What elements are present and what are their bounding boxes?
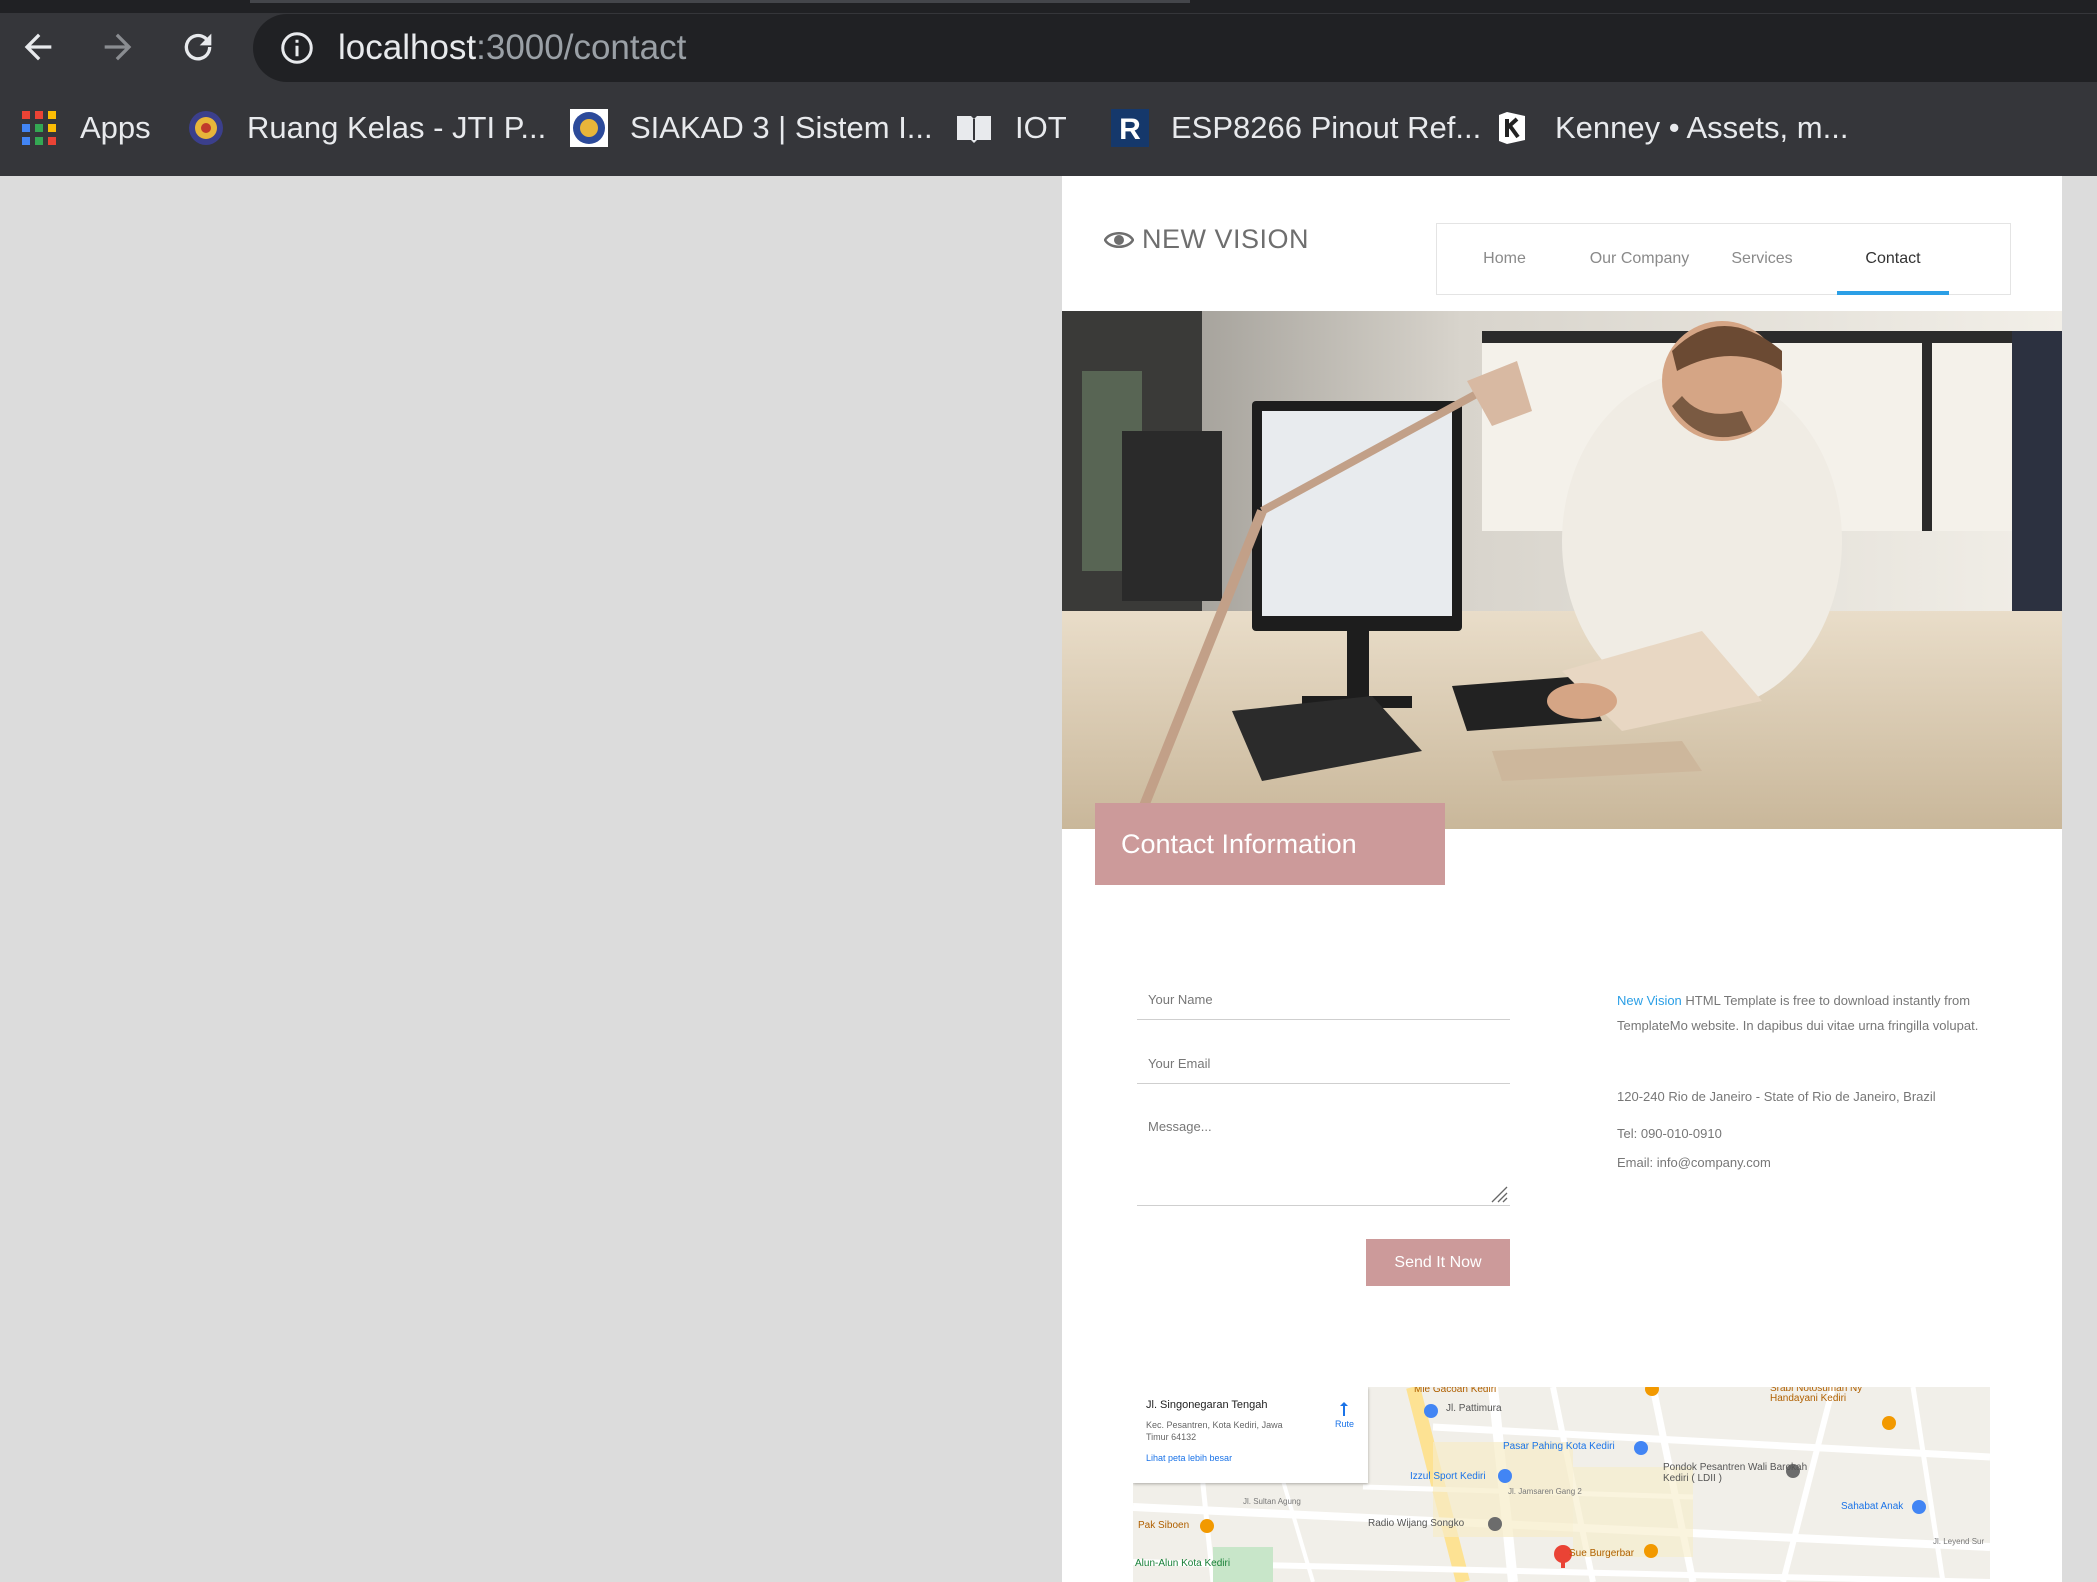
r-letter-icon: R bbox=[1111, 109, 1149, 147]
send-button[interactable]: Send It Now bbox=[1366, 1239, 1510, 1286]
nav-home[interactable]: Home bbox=[1437, 224, 1572, 294]
message-field[interactable]: Message... bbox=[1137, 1119, 1510, 1206]
svg-text:R: R bbox=[1119, 113, 1141, 146]
bookmark-label: Apps bbox=[80, 110, 151, 145]
nav-contact[interactable]: Contact bbox=[1837, 224, 1949, 295]
site-info-icon[interactable] bbox=[279, 30, 315, 66]
intro-paragraph: New Vision HTML Template is free to down… bbox=[1617, 988, 1997, 1038]
map-label: Alun-Alun Kota Kediri bbox=[1135, 1558, 1231, 1569]
map-label: Izzul Sport Kediri bbox=[1410, 1471, 1486, 1482]
name-placeholder: Your Name bbox=[1148, 992, 1213, 1007]
apps-grid-icon bbox=[20, 109, 58, 147]
brand-link[interactable]: New Vision bbox=[1617, 993, 1682, 1008]
bookmark-label: SIAKAD 3 | Sistem I... bbox=[630, 110, 933, 145]
book-icon bbox=[955, 109, 993, 147]
bookmark-iot[interactable]: IOT bbox=[955, 100, 1067, 156]
url-text[interactable]: localhost:3000/contact bbox=[338, 28, 686, 68]
tab-strip bbox=[0, 0, 2097, 13]
map-label: Radio Wijang Songko bbox=[1368, 1518, 1465, 1529]
nav-our-company[interactable]: Our Company bbox=[1572, 224, 1707, 294]
back-button[interactable] bbox=[13, 22, 63, 72]
reload-button[interactable] bbox=[173, 22, 223, 72]
browser-chrome: localhost:3000/contact Apps Ruang Kelas … bbox=[0, 0, 2097, 176]
hero-image bbox=[1062, 311, 2062, 829]
university-logo-icon bbox=[187, 109, 225, 147]
map-label: Jl. Leyend Sur bbox=[1933, 1537, 1985, 1546]
resize-handle-icon[interactable] bbox=[1488, 1183, 1508, 1203]
url-path: :3000/contact bbox=[476, 28, 687, 67]
contact-heading: Contact Information bbox=[1121, 828, 1357, 859]
map-label: Pondok Pesantren Wali Barokah Kediri ( L… bbox=[1663, 1462, 1808, 1484]
site-logo[interactable]: NEW VISION bbox=[1104, 224, 1309, 255]
map-place-title: Jl. Singonegaran Tengah bbox=[1146, 1399, 1268, 1411]
nav-services[interactable]: Services bbox=[1707, 224, 1817, 294]
directions-icon bbox=[1340, 1402, 1349, 1416]
map-place-card: Jl. Singonegaran Tengah Kec. Pesantren, … bbox=[1133, 1387, 1368, 1483]
email-placeholder: Your Email bbox=[1148, 1056, 1211, 1071]
url-host: localhost bbox=[338, 28, 477, 67]
map-label: Jl. Pattimura bbox=[1446, 1403, 1502, 1414]
kenney-k-icon bbox=[1495, 109, 1533, 147]
contact-heading-banner: Contact Information bbox=[1095, 803, 1445, 885]
back-arrow-icon bbox=[24, 33, 52, 61]
page-gutter bbox=[2062, 176, 2097, 1582]
forward-arrow-icon bbox=[104, 33, 132, 61]
bookmark-kenney[interactable]: Kenney • Assets, m... bbox=[1495, 100, 1848, 156]
logo-text: NEW VISION bbox=[1142, 224, 1310, 254]
map-label: Srabi Notosuman Ny Handayani Kediri bbox=[1770, 1387, 1863, 1404]
map-label: Jl. Sultan Agung bbox=[1243, 1497, 1301, 1506]
bookmark-esp8266[interactable]: R ESP8266 Pinout Ref... bbox=[1111, 100, 1481, 156]
tab-strip-edge bbox=[250, 0, 1190, 3]
directions-button[interactable]: Rute bbox=[1335, 1401, 1354, 1429]
reload-icon bbox=[184, 33, 212, 61]
webpage: NEW VISION Home Our Company Services Con… bbox=[1062, 176, 2062, 1582]
map-label: Mie Gacoan Kediri bbox=[1414, 1387, 1497, 1395]
forward-button[interactable] bbox=[93, 22, 143, 72]
map-label: Pak Siboen bbox=[1138, 1520, 1190, 1531]
bookmark-label: ESP8266 Pinout Ref... bbox=[1171, 110, 1482, 145]
bookmark-label: IOT bbox=[1015, 110, 1067, 145]
bookmark-ruang-kelas[interactable]: Ruang Kelas - JTI P... bbox=[187, 100, 546, 156]
map-label: Sue Burgerbar bbox=[1569, 1548, 1635, 1559]
email-field[interactable]: Your Email bbox=[1137, 1056, 1510, 1084]
map-label: Sahabat Anak bbox=[1841, 1501, 1904, 1512]
bookmark-label: Ruang Kelas - JTI P... bbox=[247, 110, 547, 145]
bookmark-siakad[interactable]: SIAKAD 3 | Sistem I... bbox=[570, 100, 933, 156]
address-text: 120-240 Rio de Janeiro - State of Rio de… bbox=[1617, 1089, 1936, 1104]
directions-label: Rute bbox=[1334, 1419, 1354, 1429]
map-label: Jl. Jamsaren Gang 2 bbox=[1508, 1487, 1582, 1496]
embedded-map[interactable]: Mie Gacoan Kediri Jl. Pattimura Srabi No… bbox=[1133, 1387, 1990, 1582]
eye-icon bbox=[1104, 231, 1134, 248]
email-text: Email: info@company.com bbox=[1617, 1155, 1771, 1170]
message-placeholder: Message... bbox=[1148, 1119, 1212, 1134]
larger-map-link[interactable]: Lihat peta lebih besar bbox=[1146, 1453, 1355, 1463]
name-field[interactable]: Your Name bbox=[1137, 992, 1510, 1020]
bookmarks-bar: Apps Ruang Kelas - JTI P... SIAKAD 3 | S… bbox=[0, 100, 2097, 156]
address-bar[interactable]: localhost:3000/contact bbox=[253, 14, 2097, 82]
map-label: Pasar Pahing Kota Kediri bbox=[1503, 1441, 1615, 1452]
map-place-address: Kec. Pesantren, Kota Kediri, Jawa Timur … bbox=[1146, 1420, 1283, 1442]
main-nav: Home Our Company Services Contact bbox=[1436, 223, 2011, 295]
phone-text: Tel: 090-010-0910 bbox=[1617, 1126, 1722, 1141]
bookmark-apps[interactable]: Apps bbox=[20, 100, 151, 156]
university-logo-icon bbox=[570, 109, 608, 147]
bookmark-label: Kenney • Assets, m... bbox=[1555, 110, 1849, 145]
